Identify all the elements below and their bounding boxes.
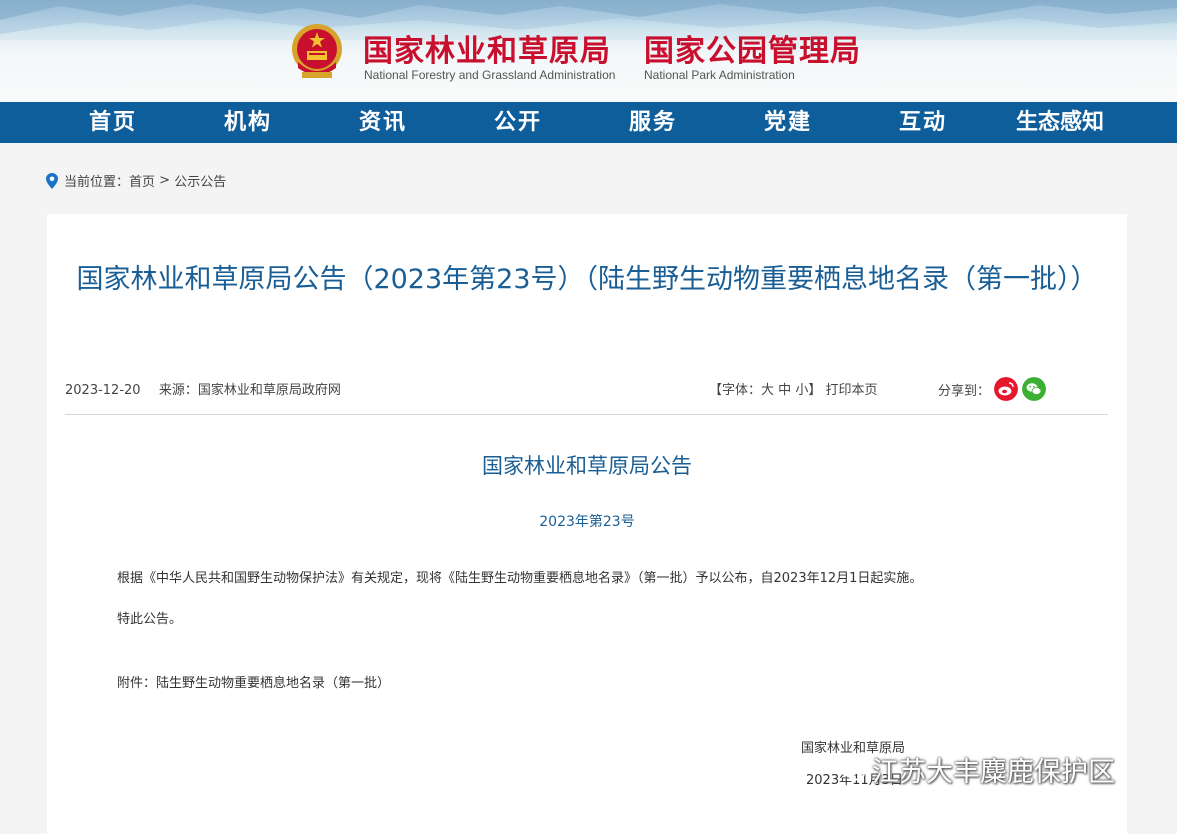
meta-divider — [65, 414, 1108, 415]
article-source: 国家林业和草原局政府网 — [197, 383, 341, 398]
watermark: 江苏大丰麋鹿保护区 — [838, 750, 1115, 789]
nav-item-eco-perception[interactable]: 生态感知 — [1016, 102, 1104, 143]
document-heading: 国家林业和草原局公告 — [482, 454, 692, 478]
article-tools: 【字体：大 中 小】 打印本页 — [709, 379, 878, 398]
breadcrumb-label: 当前位置： — [64, 175, 130, 190]
document-number: 2023年第23号 — [539, 514, 635, 530]
nav-item-services[interactable]: 服务 — [629, 102, 677, 143]
font-size-suffix: 】 — [808, 383, 822, 398]
font-large-button[interactable]: 大 — [761, 383, 774, 398]
site-header: 国家林业和草原局 National Forestry and Grassland… — [0, 0, 1177, 102]
breadcrumb: 当前位置： 首页 > 公示公告 — [46, 171, 226, 190]
breadcrumb-current-link[interactable]: 公示公告 — [174, 171, 226, 190]
font-small-button[interactable]: 小 — [795, 383, 808, 398]
national-emblem-icon — [292, 24, 342, 78]
breadcrumb-home-link[interactable]: 首页 — [129, 171, 155, 190]
article-meta: 2023-12-20 来源：国家林业和草原局政府网 — [65, 379, 341, 398]
print-page-button[interactable]: 打印本页 — [826, 383, 878, 398]
nav-item-public[interactable]: 公开 — [494, 102, 542, 143]
wechat-icon[interactable] — [1022, 377, 1047, 401]
nav-item-news[interactable]: 资讯 — [359, 102, 407, 143]
article-title: 国家林业和草原局公告（2023年第23号）（陆生野生动物重要栖息地名录（第一批）… — [76, 264, 1098, 295]
org-name-park: 国家公园管理局 — [644, 34, 861, 69]
font-medium-button[interactable]: 中 — [778, 383, 791, 398]
article-card: 国家林业和草原局公告（2023年第23号）（陆生野生动物重要栖息地名录（第一批）… — [47, 214, 1127, 834]
weibo-icon[interactable] — [994, 377, 1019, 401]
nav-item-interaction[interactable]: 互动 — [899, 102, 947, 143]
org-name-forestry-en: National Forestry and Grassland Administ… — [364, 68, 616, 82]
body-paragraph: 根据《中华人民共和国野生动物保护法》有关规定，现将《陆生野生动物重要栖息地名录》… — [117, 571, 923, 586]
location-pin-icon — [46, 172, 58, 189]
share-label: 分享到： — [938, 383, 991, 399]
org-name-forestry: 国家林业和草原局 — [363, 34, 611, 69]
wechat-official-account-icon — [839, 759, 865, 780]
main-nav: 首页 机构 资讯 公开 服务 党建 互动 生态感知 — [0, 102, 1177, 143]
nav-item-home[interactable]: 首页 — [89, 102, 137, 143]
attachment-link[interactable]: 附件：陆生野生动物重要栖息地名录（第一批） — [117, 672, 390, 691]
source-label: 来源： — [158, 383, 198, 398]
font-size-prefix: 【字体： — [709, 383, 762, 398]
article-date: 2023-12-20 — [65, 383, 141, 398]
nav-item-organization[interactable]: 机构 — [224, 102, 272, 143]
share-bar: 分享到： — [938, 377, 1047, 401]
closing-statement: 特此公告。 — [117, 612, 183, 627]
org-name-park-en: National Park Administration — [644, 68, 795, 82]
nav-item-party[interactable]: 党建 — [764, 102, 812, 143]
breadcrumb-separator: > — [155, 173, 175, 188]
watermark-text: 江苏大丰麋鹿保护区 — [872, 757, 1115, 788]
